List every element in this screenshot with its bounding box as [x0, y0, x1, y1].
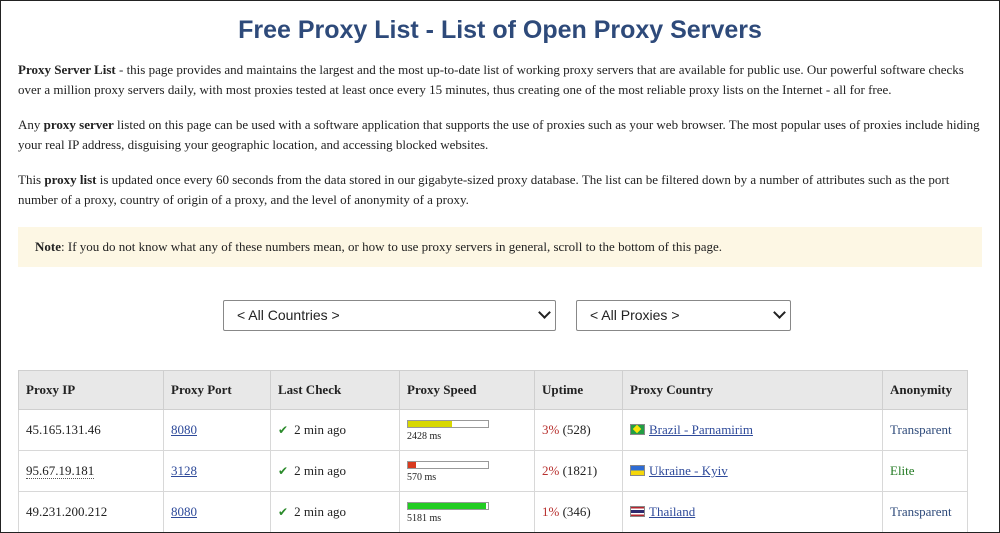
proxy-country-link[interactable]: Ukraine - Kyiv	[649, 463, 728, 478]
intro-pre-2: Any	[18, 117, 44, 132]
table-row: 95.67.19.181 3128 ✔ 2 min ago 570 ms 2% (…	[18, 450, 968, 492]
note-text: : If you do not know what any of these n…	[61, 239, 723, 254]
anonymity-level: Transparent	[890, 504, 952, 519]
speed-bar-fill	[408, 421, 452, 427]
intro-bold-3: proxy list	[44, 172, 97, 187]
proxy-port-link[interactable]: 8080	[171, 504, 197, 519]
header-anonymity[interactable]: Anonymity	[882, 370, 968, 410]
proxy-country-cell: Brazil - Parnamirim	[622, 409, 883, 451]
intro-content: Proxy Server List - this page provides a…	[1, 60, 999, 267]
proxy-country-cell: Ukraine - Kyiv	[622, 450, 883, 492]
table-row: 49.231.200.212 8080 ✔ 2 min ago 5181 ms 1…	[18, 491, 968, 532]
speed-bar	[407, 502, 489, 510]
country-filter-select[interactable]: < All Countries >	[223, 300, 556, 331]
header-uptime[interactable]: Uptime	[534, 370, 623, 410]
intro-paragraph-2: Any proxy server listed on this page can…	[18, 115, 982, 155]
intro-pre-3: This	[18, 172, 45, 187]
proxy-speed-cell: 570 ms	[399, 450, 535, 492]
checkmark-icon: ✔	[278, 505, 289, 519]
proxy-ip-cell: 45.165.131.46	[18, 409, 164, 451]
speed-value: 5181 ms	[407, 513, 442, 524]
ukraine-flag-icon	[630, 465, 645, 476]
intro-bold-1: Proxy Server List	[18, 62, 116, 77]
uptime-cell: 3% (528)	[534, 409, 623, 451]
uptime-percent: 3%	[542, 422, 560, 437]
proxy-port-cell: 8080	[163, 491, 271, 532]
header-proxy-speed[interactable]: Proxy Speed	[399, 370, 535, 410]
proxy-table: Proxy IP Proxy Port Last Check Proxy Spe…	[18, 370, 968, 532]
header-last-check[interactable]: Last Check	[270, 370, 400, 410]
filter-bar: < All Countries > < All Proxies >	[1, 300, 999, 331]
brazil-flag-icon	[630, 424, 645, 435]
proxy-country-link[interactable]: Thailand	[649, 504, 695, 519]
anonymity-cell: Transparent	[882, 491, 968, 532]
speed-bar	[407, 420, 489, 428]
speed-bar-fill	[408, 503, 487, 509]
anonymity-level: Elite	[890, 463, 915, 478]
proxy-port-link[interactable]: 8080	[171, 422, 197, 437]
header-proxy-ip[interactable]: Proxy IP	[18, 370, 164, 410]
speed-value: 2428 ms	[407, 431, 442, 442]
intro-text-3: is updated once every 60 seconds from th…	[18, 172, 950, 207]
last-check-cell: ✔ 2 min ago	[270, 450, 400, 492]
uptime-percent: 2%	[542, 463, 560, 478]
proxy-ip: 45.165.131.46	[26, 422, 101, 437]
last-check-cell: ✔ 2 min ago	[270, 491, 400, 532]
speed-bar	[407, 461, 489, 469]
intro-text-1: - this page provides and maintains the l…	[18, 62, 964, 97]
table-row: 45.165.131.46 8080 ✔ 2 min ago 2428 ms 3%…	[18, 409, 968, 451]
last-check-text: 2 min ago	[294, 463, 347, 478]
proxy-ip: 95.67.19.181	[26, 463, 95, 479]
anonymity-cell: Transparent	[882, 409, 968, 451]
anonymity-level: Transparent	[890, 422, 952, 437]
page-title: Free Proxy List - List of Open Proxy Ser…	[238, 16, 762, 44]
uptime-count: (1821)	[562, 463, 598, 478]
chevron-down-icon	[773, 306, 786, 319]
proxy-port-link[interactable]: 3128	[171, 463, 197, 478]
anonymity-cell: Elite	[882, 450, 968, 492]
proxy-speed-cell: 2428 ms	[399, 409, 535, 451]
speed-bar-fill	[408, 462, 416, 468]
speed-value: 570 ms	[407, 472, 437, 483]
country-filter-value: < All Countries >	[237, 307, 340, 323]
checkmark-icon: ✔	[278, 423, 289, 437]
last-check-text: 2 min ago	[294, 504, 347, 519]
note-box: Note: If you do not know what any of the…	[18, 227, 982, 267]
uptime-cell: 1% (346)	[534, 491, 623, 532]
proxy-ip-cell: 95.67.19.181	[18, 450, 164, 492]
thailand-flag-icon	[630, 506, 645, 517]
proxy-speed-cell: 5181 ms	[399, 491, 535, 532]
last-check-cell: ✔ 2 min ago	[270, 409, 400, 451]
intro-text-2: listed on this page can be used with a s…	[18, 117, 980, 152]
last-check-text: 2 min ago	[294, 422, 347, 437]
proxy-type-filter-select[interactable]: < All Proxies >	[576, 300, 791, 331]
uptime-count: (346)	[562, 504, 591, 519]
table-header-row: Proxy IP Proxy Port Last Check Proxy Spe…	[18, 370, 968, 410]
proxy-port-cell: 3128	[163, 450, 271, 492]
uptime-count: (528)	[562, 422, 591, 437]
note-label: Note	[35, 239, 61, 254]
header-proxy-port[interactable]: Proxy Port	[163, 370, 271, 410]
proxy-country-cell: Thailand	[622, 491, 883, 532]
header-proxy-country[interactable]: Proxy Country	[622, 370, 883, 410]
proxy-country-link[interactable]: Brazil - Parnamirim	[649, 422, 753, 437]
proxy-type-filter-value: < All Proxies >	[590, 307, 680, 323]
page-frame: Free Proxy List - List of Open Proxy Ser…	[0, 0, 1000, 533]
proxy-ip-cell: 49.231.200.212	[18, 491, 164, 532]
intro-bold-2: proxy server	[43, 117, 114, 132]
intro-paragraph-1: Proxy Server List - this page provides a…	[18, 60, 982, 100]
checkmark-icon: ✔	[278, 464, 289, 478]
proxy-ip: 49.231.200.212	[26, 504, 108, 519]
proxy-port-cell: 8080	[163, 409, 271, 451]
chevron-down-icon	[538, 306, 551, 319]
intro-paragraph-3: This proxy list is updated once every 60…	[18, 170, 982, 210]
uptime-percent: 1%	[542, 504, 560, 519]
uptime-cell: 2% (1821)	[534, 450, 623, 492]
